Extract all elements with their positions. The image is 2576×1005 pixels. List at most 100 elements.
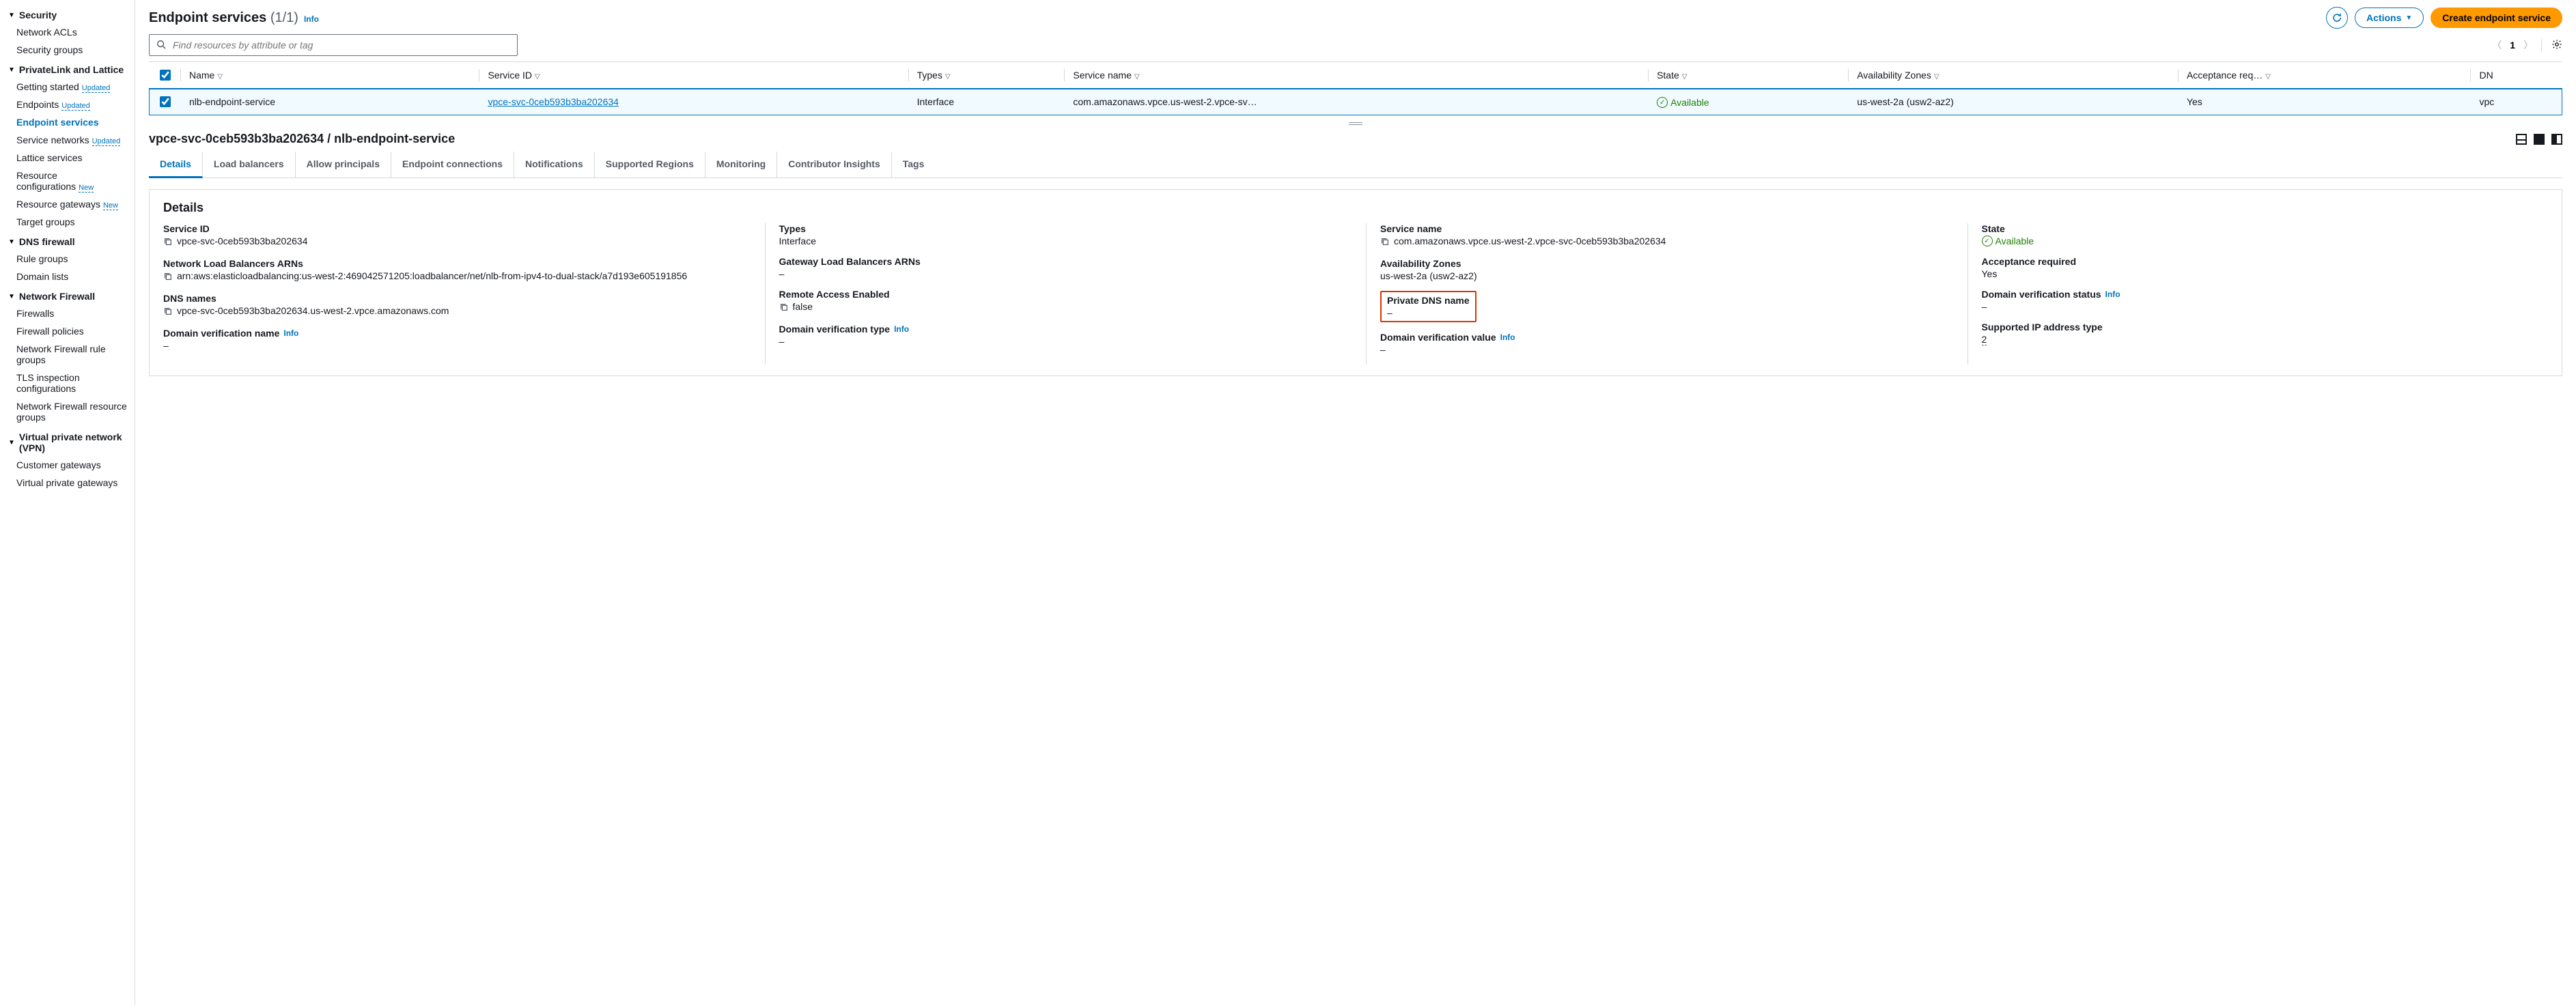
col-name[interactable]: Name▽	[181, 62, 479, 89]
field-label-rae: Remote Access Enabled	[779, 289, 1339, 300]
tab-allow-principals[interactable]: Allow principals	[296, 152, 391, 178]
badge-updated: Updated	[92, 137, 121, 146]
col-state[interactable]: State▽	[1649, 62, 1849, 89]
field-value-dvv: –	[1380, 344, 1940, 355]
copy-icon[interactable]	[163, 307, 173, 318]
badge-new: New	[103, 201, 118, 210]
nav-group-header[interactable]: ▼Network Firewall	[8, 285, 135, 305]
pager-prev[interactable]: 〈	[2492, 38, 2502, 52]
search-icon	[156, 40, 166, 51]
pager-page: 1	[2510, 40, 2515, 51]
info-link[interactable]: Info	[894, 324, 909, 334]
nav-item-endpoint-services[interactable]: Endpoint services	[8, 113, 135, 131]
cell-service-id-link[interactable]: vpce-svc-0ceb593b3ba202634	[488, 96, 618, 107]
tab-load-balancers[interactable]: Load balancers	[203, 152, 296, 178]
col-acceptance[interactable]: Acceptance req…▽	[2179, 62, 2472, 89]
nav-item-resource-configurations[interactable]: Resource configurationsNew	[8, 167, 135, 195]
nav-item-virtual-private-gateways[interactable]: Virtual private gateways	[8, 474, 135, 492]
field-value-dvs: –	[1982, 301, 2542, 312]
info-link[interactable]: Info	[1500, 332, 1515, 342]
field-value-dvt: –	[779, 336, 1339, 347]
copy-icon[interactable]	[779, 302, 789, 314]
layout-full-icon[interactable]	[2534, 134, 2545, 145]
tab-monitoring[interactable]: Monitoring	[705, 152, 777, 178]
gear-icon	[2551, 39, 2562, 50]
field-label-types: Types	[779, 223, 1339, 234]
refresh-button[interactable]	[2326, 7, 2348, 29]
nav-item-rule-groups[interactable]: Rule groups	[8, 250, 135, 268]
info-link[interactable]: Info	[283, 328, 298, 338]
endpoint-services-table: Name▽ Service ID▽ Types▽ Service name▽ S…	[149, 61, 2562, 115]
search-input[interactable]	[171, 39, 510, 51]
sort-icon: ▽	[217, 73, 223, 81]
nav-group-header[interactable]: ▼DNS firewall	[8, 231, 135, 250]
nav-item-nfrg[interactable]: Network Firewall rule groups	[8, 340, 135, 369]
field-label-state: State	[1982, 223, 2542, 234]
sort-icon: ▽	[535, 73, 540, 81]
nav-item-resource-gateways[interactable]: Resource gatewaysNew	[8, 195, 135, 213]
nav-item-domain-lists[interactable]: Domain lists	[8, 268, 135, 285]
nav-item-endpoints[interactable]: EndpointsUpdated	[8, 96, 135, 113]
tab-supported-regions[interactable]: Supported Regions	[595, 152, 705, 178]
tab-endpoint-connections[interactable]: Endpoint connections	[391, 152, 514, 178]
select-all-checkbox[interactable]	[160, 70, 171, 81]
tab-notifications[interactable]: Notifications	[514, 152, 595, 178]
pager-next[interactable]: 〉	[2523, 38, 2533, 52]
col-dns[interactable]: DN	[2471, 62, 2562, 89]
nav-item-security-groups[interactable]: Security groups	[8, 41, 135, 59]
copy-icon[interactable]	[1380, 237, 1390, 249]
field-label-dvn: Domain verification nameInfo	[163, 328, 738, 339]
nav-item-target-groups[interactable]: Target groups	[8, 213, 135, 231]
field-value-azs: us-west-2a (usw2-az2)	[1380, 270, 1940, 281]
nav-item-service-networks[interactable]: Service networksUpdated	[8, 131, 135, 149]
nav-group-header[interactable]: ▼Security	[8, 4, 135, 23]
cell-service-name: com.amazonaws.vpce.us-west-2.vpce-sv…	[1065, 89, 1649, 115]
main-content: Endpoint services (1/1) Info Actions ▼ C…	[135, 0, 2576, 1005]
nav-item-firewall-policies[interactable]: Firewall policies	[8, 322, 135, 340]
info-link[interactable]: Info	[304, 14, 319, 24]
settings-button[interactable]	[2541, 39, 2562, 52]
nav-item-tls-inspection[interactable]: TLS inspection configurations	[8, 369, 135, 397]
sidebar: ▼Security Network ACLs Security groups ▼…	[0, 0, 135, 1005]
tab-details[interactable]: Details	[149, 152, 203, 178]
split-handle[interactable]	[135, 115, 2576, 132]
copy-icon[interactable]	[163, 272, 173, 283]
table-row[interactable]: nlb-endpoint-service vpce-svc-0ceb593b3b…	[149, 89, 2562, 115]
details-panel: Details Service ID vpce-svc-0ceb593b3ba2…	[149, 189, 2562, 376]
caret-down-icon: ▼	[8, 66, 15, 74]
copy-icon[interactable]	[163, 237, 173, 249]
nav-item-network-acls[interactable]: Network ACLs	[8, 23, 135, 41]
layout-side-icon[interactable]	[2551, 134, 2562, 145]
layout-split-icon[interactable]	[2516, 134, 2527, 145]
field-label-acc-req: Acceptance required	[1982, 256, 2542, 267]
row-checkbox[interactable]	[160, 96, 171, 107]
field-label-service-name: Service name	[1380, 223, 1940, 234]
nav-item-customer-gateways[interactable]: Customer gateways	[8, 456, 135, 474]
info-link[interactable]: Info	[2105, 289, 2120, 299]
tab-tags[interactable]: Tags	[892, 152, 936, 178]
search-box[interactable]	[149, 34, 518, 56]
nav-group-header[interactable]: ▼Virtual private network (VPN)	[8, 426, 135, 456]
tab-contributor-insights[interactable]: Contributor Insights	[777, 152, 892, 178]
nav-item-lattice-services[interactable]: Lattice services	[8, 149, 135, 167]
col-service-name[interactable]: Service name▽	[1065, 62, 1649, 89]
detail-pane: vpce-svc-0ceb593b3ba202634 / nlb-endpoin…	[135, 132, 2576, 1005]
nav-group-header[interactable]: ▼PrivateLink and Lattice	[8, 59, 135, 78]
cell-acceptance: Yes	[2179, 89, 2472, 115]
pagination: 〈 1 〉	[2492, 38, 2562, 52]
nav-item-nf-resource-groups[interactable]: Network Firewall resource groups	[8, 397, 135, 426]
page-title: Endpoint services (1/1)	[149, 10, 298, 26]
col-types[interactable]: Types▽	[909, 62, 1065, 89]
layout-toggle	[2516, 134, 2562, 145]
page-title-count: (1/1)	[270, 10, 298, 25]
nav-group-security: ▼Security Network ACLs Security groups	[8, 4, 135, 59]
col-azs[interactable]: Availability Zones▽	[1849, 62, 2179, 89]
status-badge: Available	[1982, 236, 2034, 246]
field-value-service-name: com.amazonaws.vpce.us-west-2.vpce-svc-0c…	[1394, 236, 1666, 246]
create-endpoint-service-button[interactable]: Create endpoint service	[2431, 8, 2562, 28]
nav-item-firewalls[interactable]: Firewalls	[8, 305, 135, 322]
actions-button[interactable]: Actions ▼	[2355, 8, 2424, 28]
nav-item-getting-started[interactable]: Getting startedUpdated	[8, 78, 135, 96]
col-service-id[interactable]: Service ID▽	[479, 62, 908, 89]
field-label-nlb-arns: Network Load Balancers ARNs	[163, 258, 738, 269]
